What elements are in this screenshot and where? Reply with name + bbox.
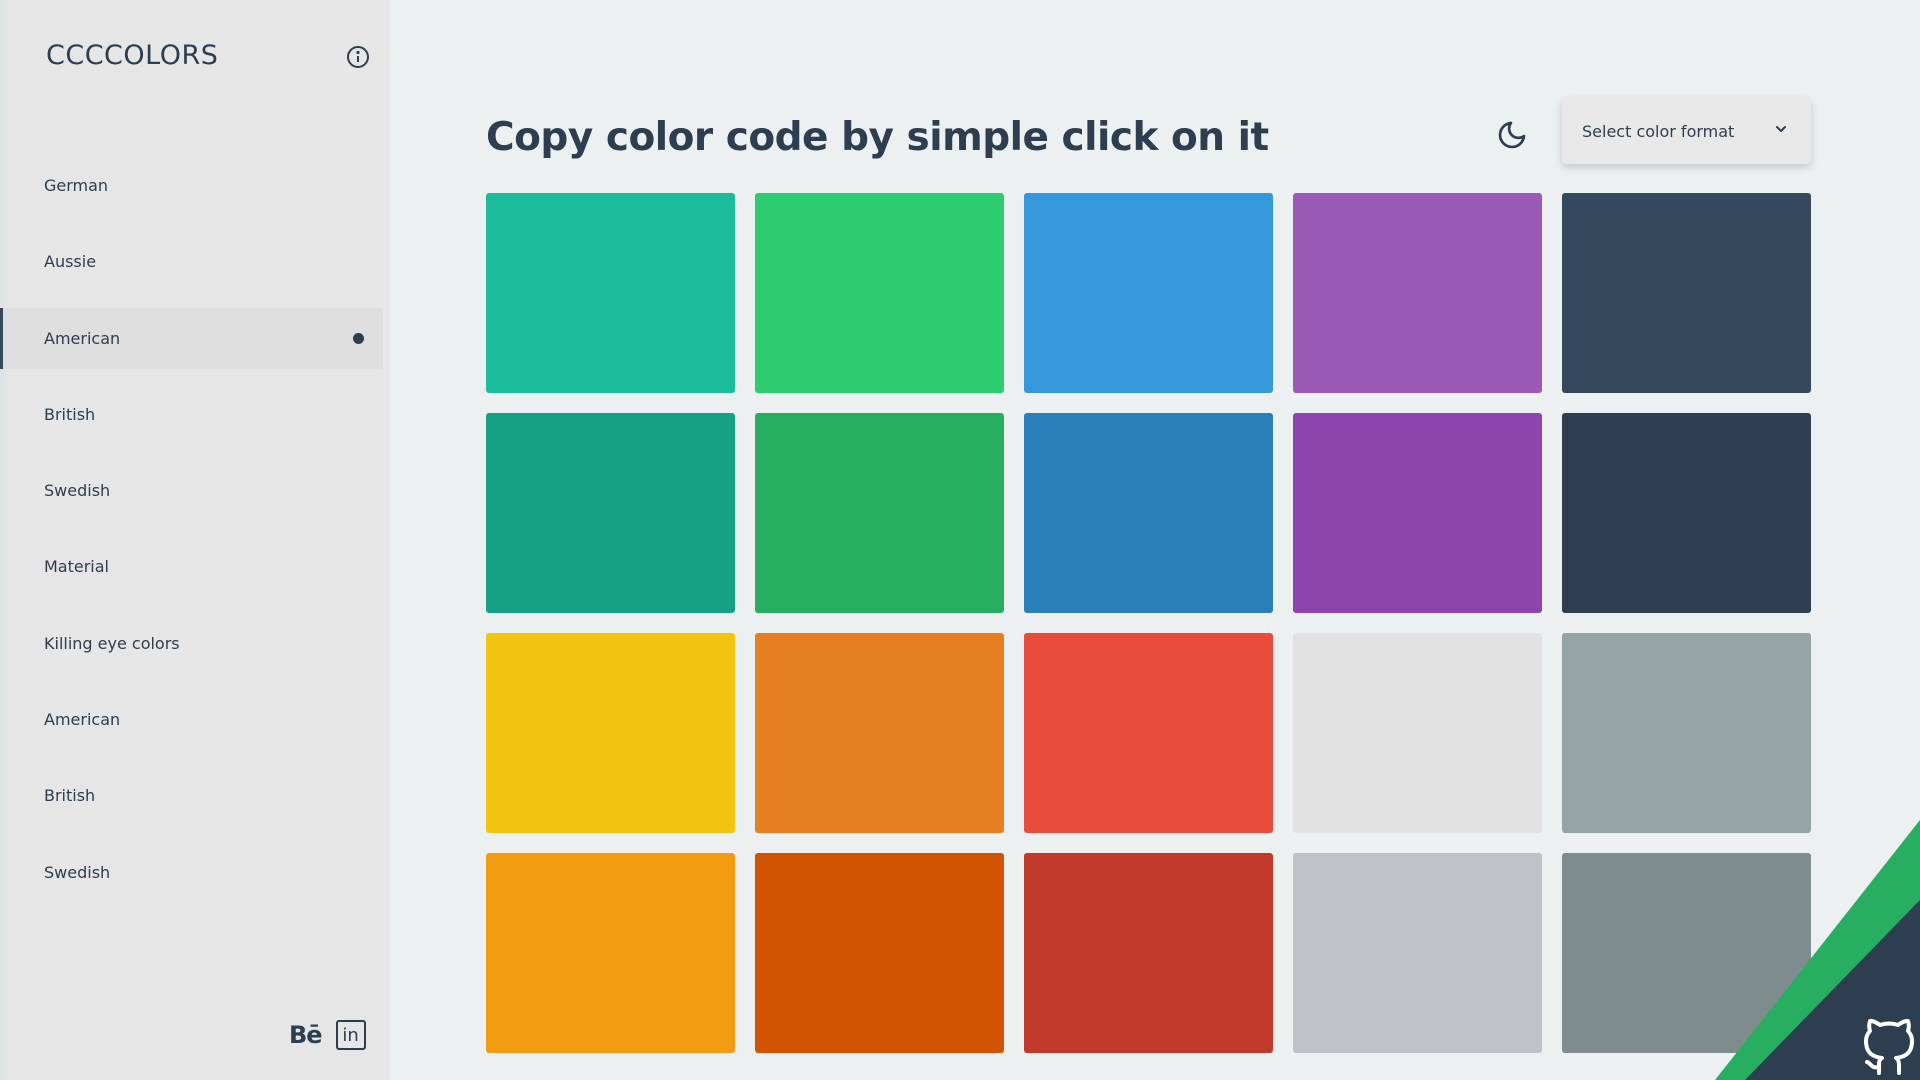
info-icon[interactable] xyxy=(346,45,370,69)
sidebar-item-aussie[interactable]: Aussie xyxy=(0,231,390,292)
sidebar-item-material[interactable]: Material xyxy=(0,536,390,597)
color-swatch[interactable] xyxy=(1024,853,1273,1053)
page-title: Copy color code by simple click on it xyxy=(486,115,1269,160)
sidebar-item-label: Material xyxy=(44,557,109,577)
sidebar-item-label: American xyxy=(44,710,121,730)
sidebar-item-british-2[interactable]: British xyxy=(0,765,390,826)
chevron-down-icon xyxy=(1773,121,1789,141)
color-swatch[interactable] xyxy=(1024,193,1273,393)
github-corner[interactable] xyxy=(1715,820,1920,1080)
sidebar-item-label: British xyxy=(44,786,96,806)
sidebar-item-label: Killing eye colors xyxy=(44,633,180,653)
palette-nav: German Aussie American British Swedish M… xyxy=(0,155,390,918)
sidebar-item-swedish[interactable]: Swedish xyxy=(0,460,390,521)
color-swatch[interactable] xyxy=(755,853,1004,1053)
social-links: Bē in xyxy=(289,1020,366,1050)
linkedin-icon[interactable]: in xyxy=(335,1020,366,1050)
color-swatch[interactable] xyxy=(1293,853,1542,1053)
sidebar-item-killing-eye-colors[interactable]: Killing eye colors xyxy=(0,613,390,674)
color-swatch[interactable] xyxy=(1293,633,1542,833)
sidebar-item-label: Swedish xyxy=(44,862,111,882)
sidebar-item-label: German xyxy=(44,176,109,195)
sidebar-item-american[interactable]: American xyxy=(0,307,383,369)
color-swatch[interactable] xyxy=(486,193,735,393)
color-swatch[interactable] xyxy=(1024,633,1273,833)
sidebar-item-swedish-2[interactable]: Swedish xyxy=(0,842,390,903)
sidebar-item-label: American xyxy=(44,328,121,348)
color-swatch[interactable] xyxy=(1562,633,1811,833)
color-format-select[interactable]: Select color format xyxy=(1562,98,1811,164)
color-swatch-grid xyxy=(486,193,1811,1053)
color-swatch[interactable] xyxy=(755,193,1004,393)
color-swatch[interactable] xyxy=(486,633,735,833)
behance-icon[interactable]: Bē xyxy=(289,1021,323,1049)
color-swatch[interactable] xyxy=(1293,413,1542,613)
sidebar-item-american-2[interactable]: American xyxy=(0,689,390,750)
color-swatch[interactable] xyxy=(1562,193,1811,393)
moon-icon[interactable] xyxy=(1496,119,1528,151)
sidebar-item-label: Aussie xyxy=(44,252,97,272)
color-swatch[interactable] xyxy=(1562,413,1811,613)
active-indicator-dot xyxy=(353,332,364,344)
sidebar-item-british[interactable]: British xyxy=(0,384,390,445)
sidebar-item-label: Swedish xyxy=(44,481,111,501)
color-swatch[interactable] xyxy=(755,413,1004,613)
color-swatch[interactable] xyxy=(486,413,735,613)
sidebar-item-german[interactable]: German xyxy=(0,155,390,216)
color-swatch[interactable] xyxy=(755,633,1004,833)
brand-logo[interactable]: CCCCOLORS xyxy=(46,40,218,71)
color-swatch[interactable] xyxy=(486,853,735,1053)
sidebar: CCCCOLORS German Aussie American British… xyxy=(0,0,390,1080)
sidebar-item-label: British xyxy=(44,404,96,424)
color-format-label: Select color format xyxy=(1582,121,1735,141)
color-swatch[interactable] xyxy=(1293,193,1542,393)
color-swatch[interactable] xyxy=(1024,413,1273,613)
